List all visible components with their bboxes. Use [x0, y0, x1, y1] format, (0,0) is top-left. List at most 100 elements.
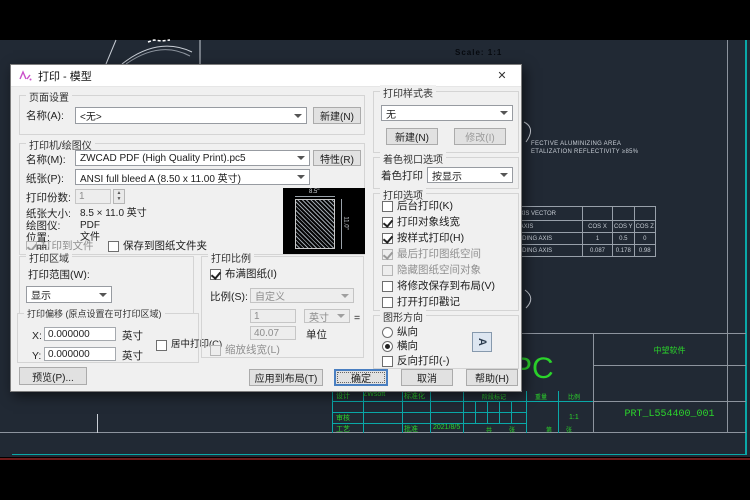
offset-y-input[interactable]: 0.000000 — [44, 347, 116, 361]
title-block-field: 批准 — [404, 424, 418, 434]
spinner-down-icon[interactable]: ▼ — [114, 196, 124, 202]
option-save-to-layout[interactable]: 将修改保存到布局(V) — [382, 280, 495, 292]
scale-denominator-input[interactable]: 40.07 — [250, 326, 296, 340]
landscape-label: 横向 — [397, 340, 418, 352]
shade-plot-dropdown[interactable]: 按显示 — [427, 167, 513, 183]
title-block-line — [402, 391, 403, 433]
table-cell: 0.178 — [613, 245, 635, 257]
checkbox-icon[interactable] — [382, 233, 393, 244]
title-block-line — [332, 423, 526, 424]
page-setup-name-dropdown[interactable]: <无> — [75, 107, 307, 124]
group-label: 图形方向 — [380, 309, 426, 324]
dropdown-value: ZWCAD PDF (High Quality Print).pc5 — [80, 153, 246, 164]
drawing-geometry-icon — [522, 288, 540, 310]
dropdown-value: 自定义 — [255, 288, 285, 303]
option-label: 打开打印戳记 — [397, 296, 460, 308]
scale-lineweights-row[interactable]: 缩放线宽(L) — [210, 344, 280, 356]
close-icon[interactable]: ✕ — [491, 69, 513, 82]
table-cell — [613, 207, 635, 221]
orientation-landscape-row[interactable]: 横向 — [382, 340, 418, 352]
copies-input[interactable]: 1 — [75, 189, 111, 204]
checkbox-icon[interactable] — [210, 345, 221, 356]
scale-numerator-input[interactable]: 1 — [250, 309, 296, 323]
orientation-portrait-row[interactable]: 纵向 — [382, 326, 418, 338]
unit-suffix-label: 单位 — [306, 329, 327, 341]
help-button[interactable]: 帮助(H) — [466, 369, 518, 386]
scale-dropdown[interactable]: 自定义 — [250, 288, 354, 303]
frame-line — [727, 40, 728, 433]
paper-size-dropdown[interactable]: ANSI full bleed A (8.50 x 11.00 英寸) — [75, 169, 310, 185]
style-table-dropdown[interactable]: 无 — [381, 105, 513, 121]
printer-properties-button[interactable]: 特性(R) — [313, 150, 361, 166]
group-plot-offset: 打印偏移 (原点设置在可打印区域) X: 0.000000 英寸 居中打印(C)… — [17, 313, 199, 363]
radio-icon[interactable] — [382, 327, 393, 338]
title-block-field: 设计 — [336, 391, 350, 401]
scale-lineweights-label: 缩放线宽(L) — [225, 344, 280, 356]
dropdown-value: 英寸 — [309, 309, 329, 323]
title-block-line — [593, 365, 746, 366]
option-background-plot[interactable]: 后台打印(K) — [382, 200, 453, 212]
checkbox-icon[interactable] — [382, 356, 393, 367]
group-label: 打印偏移 (原点设置在可打印区域) — [24, 307, 165, 320]
sheet-border — [745, 40, 747, 455]
option-plot-with-styles[interactable]: 按样式打印(H) — [382, 232, 464, 244]
print-dialog: 打印 - 模型 ✕ 页面设置 名称(A): <无> 新建(N) 打印机/绘图仪 … — [10, 64, 522, 392]
apply-to-layout-button[interactable]: 应用到布局(T) — [249, 369, 323, 386]
style-modify-button[interactable]: 修改(I) — [454, 128, 506, 145]
checkbox-icon[interactable] — [382, 281, 393, 292]
option-label: 将修改保存到布局(V) — [397, 280, 495, 292]
group-label: 打印区域 — [26, 250, 72, 265]
option-plot-stamp[interactable]: 打开打印戳记 — [382, 296, 460, 308]
group-label: 打印样式表 — [380, 85, 436, 100]
copies-spinner[interactable]: ▲ ▼ — [113, 189, 125, 204]
checkbox-icon[interactable] — [382, 201, 393, 212]
style-new-button[interactable]: 新建(N) — [386, 128, 438, 145]
group-label: 着色视口选项 — [380, 151, 446, 166]
table-cell: COS Y — [613, 221, 635, 233]
checkbox-icon[interactable] — [382, 265, 393, 276]
offset-x-input[interactable]: 0.000000 — [44, 327, 116, 341]
title-block-field: 阶段标记 — [482, 392, 506, 401]
chevron-down-icon — [341, 294, 349, 298]
paper-size-static-label: 纸张大小: — [26, 208, 71, 220]
table-cell: 0.98 — [634, 245, 655, 257]
option-plot-lineweights[interactable]: 打印对象线宽 — [382, 216, 460, 228]
dropdown-value: ANSI full bleed A (8.50 x 11.00 英寸) — [80, 170, 241, 185]
save-to-folder-row[interactable]: 保存到图纸文件夹 — [108, 240, 207, 252]
dialog-title: 打印 - 模型 — [38, 68, 92, 84]
title-block-line — [332, 391, 333, 433]
plot-upside-down-row[interactable]: 反向打印(-) — [382, 355, 450, 367]
ok-button[interactable]: 确定 — [334, 369, 388, 386]
new-page-setup-button[interactable]: 新建(N) — [313, 107, 361, 124]
equals-sign: = — [354, 312, 360, 324]
group-orientation: 图形方向 纵向 横向 反向打印(-) A — [373, 315, 519, 369]
title-block-field: 审核 — [336, 413, 350, 423]
title-block-field: 共 — [486, 425, 492, 434]
plot-what-dropdown[interactable]: 显示 — [26, 286, 112, 303]
checkbox-icon[interactable] — [108, 241, 119, 252]
printer-name-dropdown[interactable]: ZWCAD PDF (High Quality Print).pc5 — [75, 150, 310, 166]
cad-application-window: Scale: 1:1 FECTIVE ALUMINIZING AREA ETAL… — [0, 0, 750, 500]
title-block-field: 第 — [546, 425, 552, 434]
title-block-drawing-number: PRT_L554400_001 — [593, 409, 746, 420]
scale-label: 比例(S): — [210, 291, 248, 303]
option-label: 最后打印图纸空间 — [397, 248, 481, 260]
portrait-label: 纵向 — [397, 326, 418, 338]
checkbox-icon[interactable] — [156, 340, 167, 351]
scale-unit-dropdown[interactable]: 英寸 — [304, 309, 350, 323]
cancel-button[interactable]: 取消 — [401, 369, 453, 386]
chevron-down-icon — [297, 175, 305, 179]
title-block-line — [487, 401, 488, 423]
checkbox-icon[interactable] — [382, 217, 393, 228]
checkbox-icon[interactable] — [210, 269, 221, 280]
chevron-down-icon — [500, 111, 508, 115]
fit-to-paper-row[interactable]: 布满图纸(I) — [210, 268, 277, 280]
preview-button[interactable]: 预览(P)... — [19, 367, 87, 385]
option-paperspace-last[interactable]: 最后打印图纸空间 — [382, 248, 481, 260]
table-cell — [583, 207, 613, 221]
checkbox-icon[interactable] — [382, 249, 393, 260]
radio-icon[interactable] — [382, 341, 393, 352]
group-plot-options: 打印选项 后台打印(K) 打印对象线宽 按样式打印(H) 最后打印图纸空间 隐藏… — [373, 193, 519, 311]
option-hide-paperspace[interactable]: 隐藏图纸空间对象 — [382, 264, 481, 276]
checkbox-icon[interactable] — [382, 297, 393, 308]
